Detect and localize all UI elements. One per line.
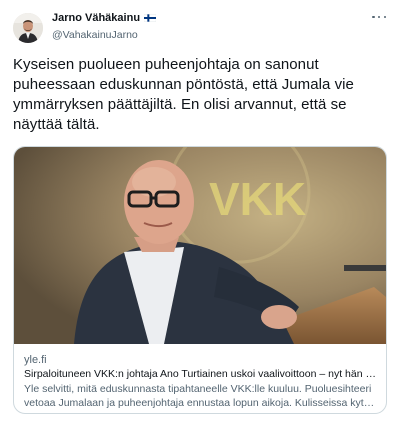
card-title[interactable]: Sirpaloituneen VKK:n johtaja Ano Turtiai… bbox=[24, 367, 379, 381]
more-dot bbox=[372, 15, 375, 19]
author-handle[interactable]: @VahakainuJarno bbox=[52, 29, 138, 41]
link-card[interactable]: VKK yle.fi Sirpaloituneen VKK:n johtaja … bbox=[13, 146, 387, 414]
more-dot bbox=[383, 15, 386, 19]
card-domain: yle.fi bbox=[24, 354, 47, 366]
card-description: Yle selvitti, mitä eduskunnasta tipahtan… bbox=[24, 383, 376, 409]
finland-flag-icon bbox=[144, 14, 157, 22]
card-image-logo-text: VKK bbox=[209, 173, 306, 225]
card-meta[interactable]: yle.fi Sirpaloituneen VKK:n johtaja Ano … bbox=[24, 353, 379, 410]
more-options-button[interactable] bbox=[372, 12, 386, 22]
tweet[interactable]: Jarno Vähäkainu @VahakainuJarno Kyseisen… bbox=[0, 0, 399, 421]
avatar-image bbox=[13, 13, 43, 43]
card-image: VKK bbox=[14, 147, 386, 344]
tweet-text: Kyseisen puolueen puheenjohtaja on sanon… bbox=[13, 56, 354, 133]
author-avatar[interactable] bbox=[13, 13, 43, 43]
more-dot bbox=[377, 15, 381, 19]
author-display-name[interactable]: Jarno Vähäkainu bbox=[52, 12, 140, 24]
author-name-row[interactable]: Jarno Vähäkainu bbox=[52, 12, 157, 24]
